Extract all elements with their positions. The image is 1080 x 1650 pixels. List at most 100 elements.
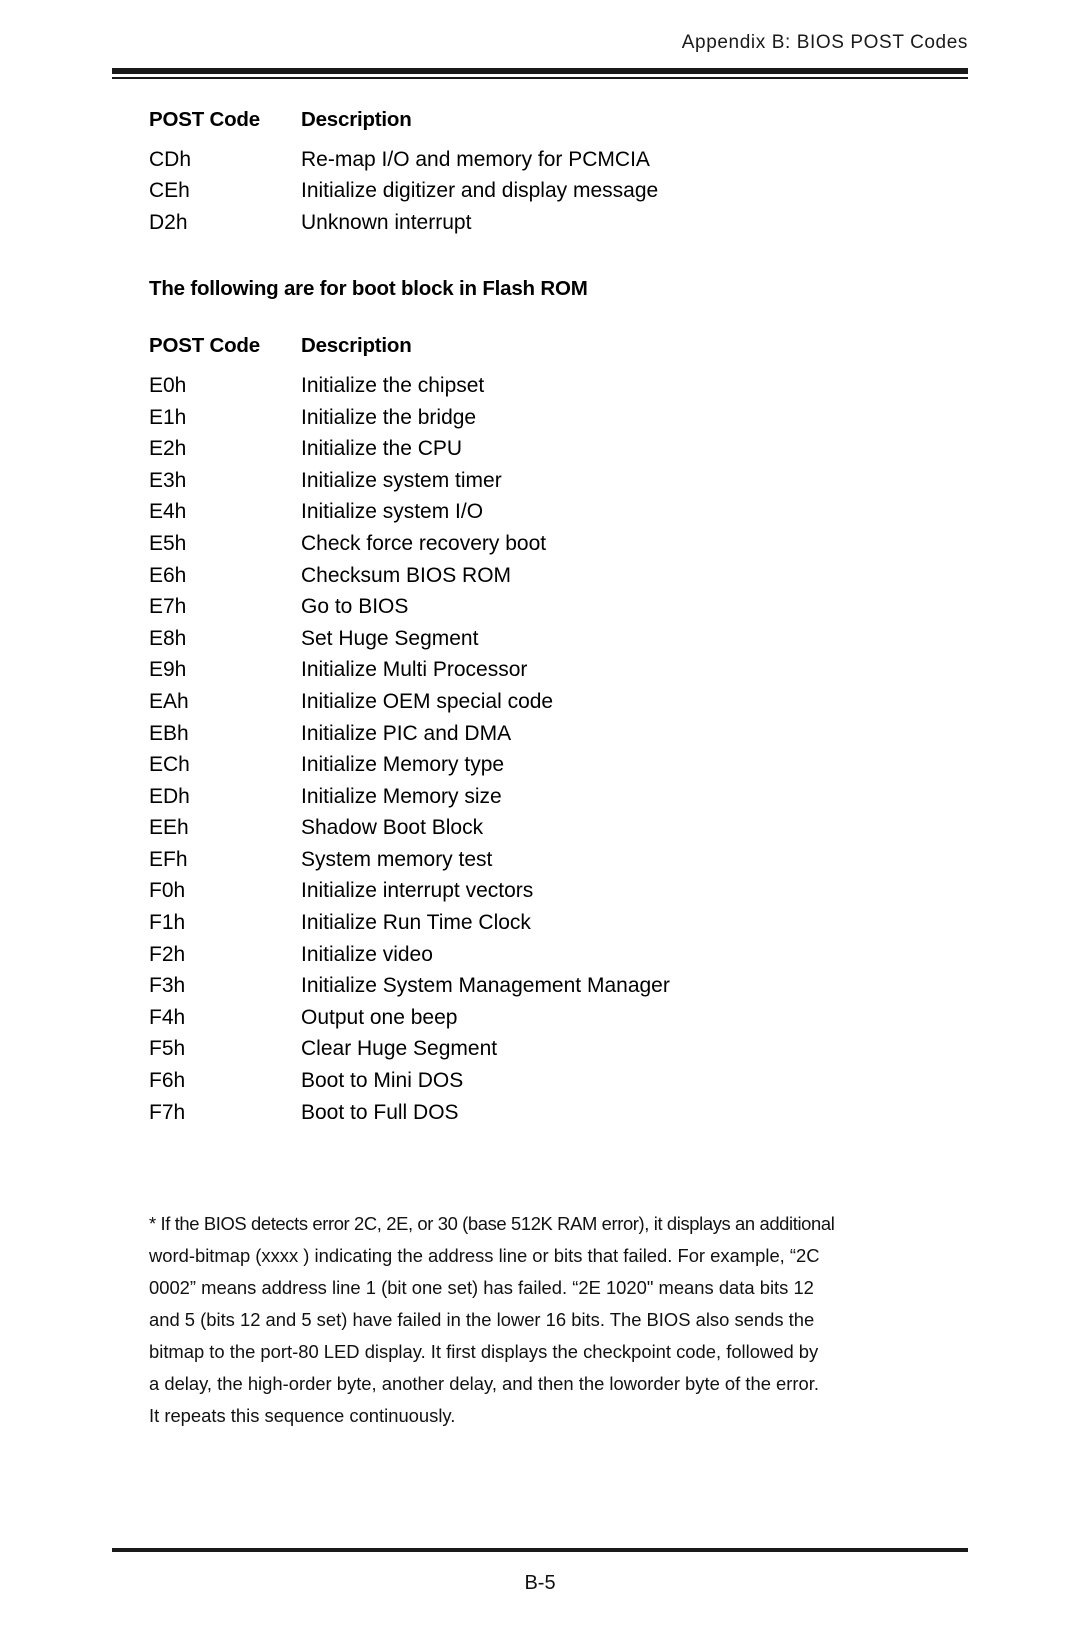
table-row: F0h Initialize interrupt vectors <box>149 875 980 907</box>
post-code-description: Initialize interrupt vectors <box>301 879 534 903</box>
table-row: E1h Initialize the bridge <box>149 402 980 434</box>
post-code-value: F6h <box>149 1069 186 1093</box>
header-rule-thin <box>112 76 968 79</box>
table-header-row: POST Code Description <box>149 330 980 362</box>
post-code-description: Checksum BIOS ROM <box>301 563 512 587</box>
section-heading-boot-block: The following are for boot block in Flas… <box>149 277 588 301</box>
table-row: E6h Checksum BIOS ROM <box>149 560 980 592</box>
post-code-value: CDh <box>149 147 192 171</box>
table-row: E2h Initialize the CPU <box>149 433 980 465</box>
post-code-description: Initialize the CPU <box>301 437 463 461</box>
post-code-description: Initialize System Management Manager <box>301 974 670 998</box>
post-code-description: Initialize video <box>301 942 433 966</box>
post-code-description: Unknown interrupt <box>301 210 472 234</box>
table-row: F7h Boot to Full DOS <box>149 1097 980 1129</box>
post-code-description: Go to BIOS <box>301 595 409 619</box>
post-code-value: CEh <box>149 179 190 203</box>
post-code-value: F2h <box>149 942 186 966</box>
post-code-value: E0h <box>149 373 187 397</box>
post-code-value: F5h <box>149 1037 186 1061</box>
post-code-value: F0h <box>149 879 186 903</box>
table-row: E9h Initialize Multi Processor <box>149 654 980 686</box>
post-code-description: Set Huge Segment <box>301 626 479 650</box>
post-code-value: E8h <box>149 626 187 650</box>
post-code-description: Initialize digitizer and display message <box>301 179 659 203</box>
post-code-description: System memory test <box>301 847 493 871</box>
page-number: B-5 <box>524 1572 556 1594</box>
post-code-description: Initialize the bridge <box>301 405 477 429</box>
table-row: F4h Output one beep <box>149 1002 980 1034</box>
post-code-value: E4h <box>149 500 187 524</box>
footnote-line: word-bitmap (xxxx ) indicating the addre… <box>149 1245 820 1266</box>
table-row: E7h Go to BIOS <box>149 591 980 623</box>
table-row: F5h Clear Huge Segment <box>149 1033 980 1065</box>
post-code-description: Initialize Multi Processor <box>301 658 528 682</box>
post-code-value: E9h <box>149 658 187 682</box>
post-code-value: E7h <box>149 595 187 619</box>
post-code-value: E5h <box>149 531 187 555</box>
column-header-post-code: POST Code <box>149 108 260 131</box>
page-footer: B-5 <box>112 1548 968 1595</box>
post-code-value: F3h <box>149 974 186 998</box>
post-code-description: Initialize the chipset <box>301 373 485 397</box>
post-code-description: Output one beep <box>301 1005 458 1029</box>
post-code-value: F4h <box>149 1005 186 1029</box>
table-row: CDh Re-map I/O and memory for PCMCIA <box>149 144 980 176</box>
post-code-value: EBh <box>149 721 189 745</box>
table-row: E8h Set Huge Segment <box>149 623 980 655</box>
post-code-table-boot-block: POST Code Description E0h Initialize the… <box>149 330 980 1128</box>
post-code-description: Boot to Mini DOS <box>301 1069 464 1093</box>
post-code-description: Initialize system I/O <box>301 500 484 524</box>
post-code-description: Initialize Memory type <box>301 753 505 777</box>
footnote-line: and 5 (bits 12 and 5 set) have failed in… <box>149 1309 815 1330</box>
running-head-title: Appendix B: BIOS POST Codes <box>681 32 968 53</box>
post-code-description: Shadow Boot Block <box>301 816 484 840</box>
post-code-value: E3h <box>149 468 187 492</box>
table-row: EBh Initialize PIC and DMA <box>149 718 980 750</box>
footer-rule <box>112 1548 968 1552</box>
table-row: F6h Boot to Mini DOS <box>149 1065 980 1097</box>
table-row: D2h Unknown interrupt <box>149 207 980 239</box>
post-code-description: Boot to Full DOS <box>301 1100 459 1124</box>
footnote-line: bitmap to the port-80 LED display. It fi… <box>149 1341 819 1362</box>
post-code-description: Check force recovery boot <box>301 531 547 555</box>
header-rule-thick <box>112 67 968 74</box>
table-row: EAh Initialize OEM special code <box>149 686 980 718</box>
table-row: F1h Initialize Run Time Clock <box>149 907 980 939</box>
footnote-line: 0002” means address line 1 (bit one set)… <box>149 1277 814 1298</box>
post-code-value: EEh <box>149 816 189 840</box>
footnote-line: a delay, the high-order byte, another de… <box>149 1373 819 1394</box>
post-code-description: Initialize Memory size <box>301 784 502 808</box>
table-row: EDh Initialize Memory size <box>149 781 980 813</box>
post-code-value: ECh <box>149 753 190 777</box>
table-row: EEh Shadow Boot Block <box>149 812 980 844</box>
column-header-description: Description <box>301 108 412 131</box>
post-code-value: E6h <box>149 563 187 587</box>
table-row: F2h Initialize video <box>149 939 980 971</box>
post-code-value: D2h <box>149 210 188 234</box>
page-content: POST Code Description CDh Re-map I/O and… <box>149 104 980 1128</box>
footnote-line: * If the BIOS detects error 2C, 2E, or 3… <box>149 1213 835 1234</box>
column-header-post-code: POST Code <box>149 334 260 358</box>
column-header-description: Description <box>301 334 412 358</box>
footnote-line: It repeats this sequence continuously. <box>149 1405 456 1426</box>
post-code-description: Initialize Run Time Clock <box>301 911 531 935</box>
post-code-value: F1h <box>149 911 186 935</box>
table-row: CEh Initialize digitizer and display mes… <box>149 175 980 207</box>
post-code-description: Clear Huge Segment <box>301 1037 498 1061</box>
table-row: EFh System memory test <box>149 844 980 876</box>
post-code-value: F7h <box>149 1100 186 1124</box>
post-code-description: Initialize OEM special code <box>301 689 554 713</box>
table-row: E3h Initialize system timer <box>149 465 980 497</box>
table-row: E0h Initialize the chipset <box>149 370 980 402</box>
post-code-table-continued: POST Code Description CDh Re-map I/O and… <box>149 104 980 238</box>
post-code-description: Initialize system timer <box>301 468 502 492</box>
table-row: E4h Initialize system I/O <box>149 496 980 528</box>
post-code-value: E1h <box>149 405 187 429</box>
post-code-description: Re-map I/O and memory for PCMCIA <box>301 147 650 171</box>
table-row: E5h Check force recovery boot <box>149 528 980 560</box>
table-row: ECh Initialize Memory type <box>149 749 980 781</box>
post-code-value: EFh <box>149 847 188 871</box>
post-code-description: Initialize PIC and DMA <box>301 721 512 745</box>
